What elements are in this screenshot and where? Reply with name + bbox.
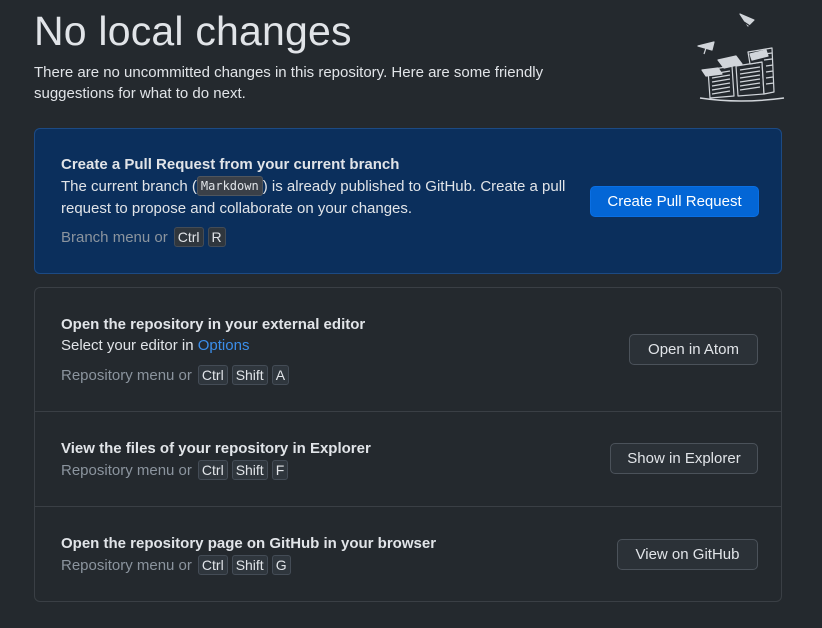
- view-github-shortcut: Repository menu or Ctrl Shift G: [61, 555, 291, 575]
- key-shift: Shift: [231, 555, 268, 575]
- page-subtitle: There are no uncommitted changes in this…: [34, 64, 544, 102]
- show-in-explorer-button[interactable]: Show in Explorer: [610, 443, 758, 474]
- open-editor-description: Select your editor in Options: [61, 335, 249, 357]
- shortcut-prefix: Repository menu or: [61, 366, 192, 384]
- key-ctrl: Ctrl: [197, 460, 228, 480]
- suggestion-view-github: Open the repository page on GitHub in yo…: [35, 507, 781, 601]
- key-ctrl: Ctrl: [197, 555, 228, 575]
- open-editor-desc-text: Select your editor in: [61, 337, 198, 354]
- pull-request-description: The current branch (Markdown) is already…: [61, 176, 581, 220]
- key-shift: Shift: [231, 365, 268, 385]
- page-title: No local changes: [34, 8, 352, 54]
- suggestions-card: Open the repository in your external edi…: [34, 287, 782, 602]
- key-shift: Shift: [231, 460, 268, 480]
- key-ctrl: Ctrl: [197, 365, 228, 385]
- shortcut-prefix: Repository menu or: [61, 461, 192, 479]
- branch-name-code: Markdown: [196, 176, 263, 196]
- key-r: R: [207, 227, 226, 247]
- key-ctrl: Ctrl: [173, 227, 204, 247]
- open-editor-shortcut: Repository menu or Ctrl Shift A: [61, 365, 290, 385]
- paper-stack-illustration-icon: [697, 13, 785, 102]
- suggestion-open-editor: Open the repository in your external edi…: [35, 288, 781, 412]
- show-explorer-title: View the files of your repository in Exp…: [61, 440, 371, 457]
- open-in-atom-button[interactable]: Open in Atom: [629, 334, 758, 365]
- shortcut-prefix: Branch menu or: [61, 228, 168, 246]
- open-editor-title: Open the repository in your external edi…: [61, 316, 366, 333]
- key-g: G: [271, 555, 291, 575]
- pull-request-shortcut: Branch menu or Ctrl R: [61, 227, 226, 247]
- pull-request-title: Create a Pull Request from your current …: [61, 156, 400, 173]
- create-pull-request-button[interactable]: Create Pull Request: [590, 186, 759, 217]
- key-a: A: [271, 365, 290, 385]
- view-github-title: Open the repository page on GitHub in yo…: [61, 535, 437, 552]
- suggestion-show-explorer: View the files of your repository in Exp…: [35, 412, 781, 507]
- options-link[interactable]: Options: [198, 337, 250, 354]
- show-explorer-shortcut: Repository menu or Ctrl Shift F: [61, 460, 289, 480]
- key-f: F: [271, 460, 289, 480]
- page-header: No local changes There are no uncommitte…: [34, 6, 674, 104]
- pull-request-card: Create a Pull Request from your current …: [34, 128, 782, 274]
- shortcut-prefix: Repository menu or: [61, 556, 192, 574]
- pull-request-desc-start: The current branch (: [61, 178, 197, 195]
- view-on-github-button[interactable]: View on GitHub: [617, 539, 758, 570]
